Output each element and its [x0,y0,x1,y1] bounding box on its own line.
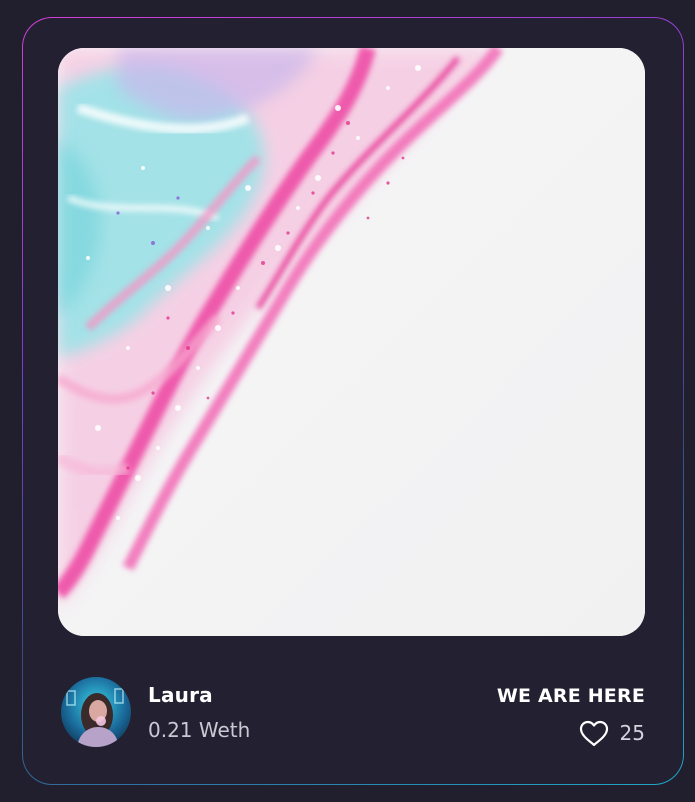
creator-name[interactable]: Laura [148,683,250,707]
likes: 25 [578,719,645,747]
creator-info: Laura 0.21 Weth [61,677,250,747]
artwork-fluid-art [58,48,645,636]
like-button[interactable] [578,719,610,747]
like-count: 25 [619,721,645,745]
item-meta: WE ARE HERE 25 [497,684,645,751]
nft-card-border: Laura 0.21 Weth WE ARE HERE 25 [22,17,684,785]
creator-text: Laura 0.21 Weth [148,683,250,742]
nft-artwork-image[interactable] [58,48,645,636]
creator-avatar[interactable] [61,677,131,747]
price-value: 0.21 Weth [148,717,251,742]
nft-card[interactable]: Laura 0.21 Weth WE ARE HERE 25 [23,18,683,784]
avatar-photo [61,677,131,747]
heart-icon [579,720,608,746]
item-title[interactable]: WE ARE HERE [497,684,645,708]
